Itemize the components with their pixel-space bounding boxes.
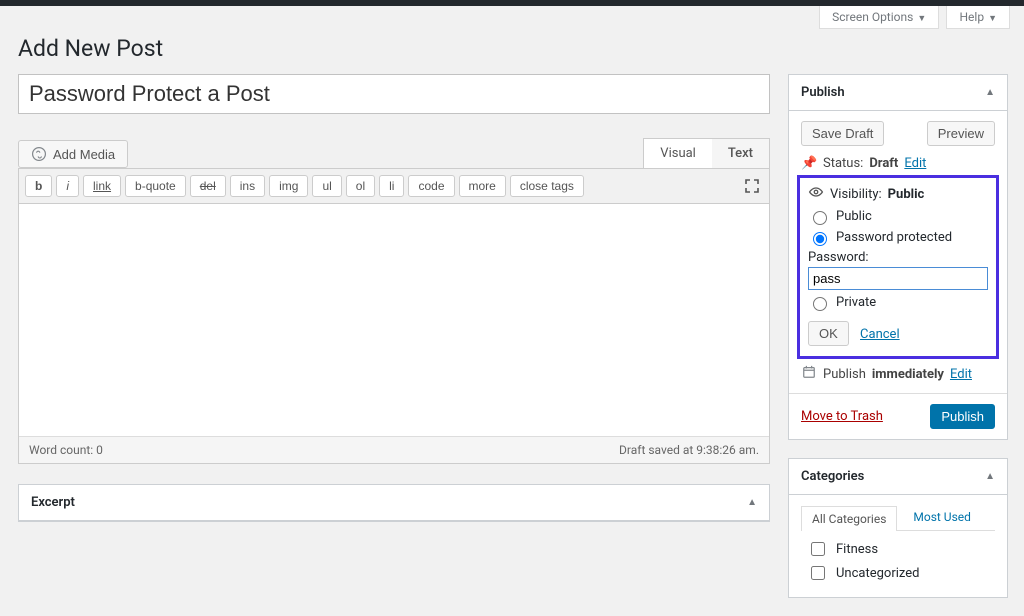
triangle-up-icon[interactable]: ▲ [985,471,995,482]
category-item[interactable]: Uncategorized [807,563,995,583]
visibility-ok-button[interactable]: OK [808,321,849,346]
qt-italic[interactable]: i [56,175,79,197]
qt-ins[interactable]: ins [230,175,265,197]
tab-all-categories[interactable]: All Categories [801,506,897,531]
triangle-up-icon[interactable]: ▲ [985,87,995,98]
status-edit-link[interactable]: Edit [904,156,926,171]
quicktags-toolbar: b i link b-quote del ins img ul ol li co… [19,169,769,204]
help-toggle[interactable]: Help ▼ [946,6,1010,29]
qt-close-tags[interactable]: close tags [510,175,584,197]
qt-del[interactable]: del [190,175,226,197]
status-value: Draft [869,156,898,171]
qt-link[interactable]: link [83,175,121,197]
chevron-down-icon: ▼ [917,14,926,24]
qt-more[interactable]: more [459,175,506,197]
schedule-prefix: Publish [823,367,866,382]
excerpt-panel: Excerpt ▲ [18,484,770,522]
visibility-option-public[interactable]: Public [808,208,988,225]
qt-code[interactable]: code [408,175,454,197]
qt-ol[interactable]: ol [346,175,375,197]
schedule-edit-link[interactable]: Edit [950,367,972,382]
pin-icon: 📌 [801,156,817,171]
help-label: Help [959,10,984,24]
preview-button[interactable]: Preview [927,121,995,146]
triangle-up-icon[interactable]: ▲ [747,497,757,508]
save-draft-button[interactable]: Save Draft [801,121,884,146]
password-label: Password: [808,250,988,265]
editor-textarea[interactable] [19,204,769,436]
editor-mode-tabs: Visual Text [643,138,770,168]
chevron-down-icon: ▼ [988,14,997,24]
visibility-option-private[interactable]: Private [808,294,988,311]
tab-text[interactable]: Text [712,139,769,168]
eye-icon [808,184,824,204]
status-label: Status: [823,156,863,171]
publish-panel: Publish ▲ Save Draft Preview 📌 Status: D… [788,74,1008,440]
radio-public[interactable] [813,211,827,225]
post-title-input[interactable] [18,74,770,114]
categories-title: Categories [801,469,864,484]
fullscreen-icon[interactable] [741,175,763,197]
excerpt-title: Excerpt [31,495,75,510]
move-to-trash-link[interactable]: Move to Trash [801,409,883,424]
screen-options-label: Screen Options [832,10,913,24]
category-checkbox[interactable] [811,566,825,580]
category-item[interactable]: Fitness [807,539,995,559]
word-count: Word count: 0 [29,443,103,457]
tab-most-used[interactable]: Most Used [903,505,981,530]
radio-password[interactable] [813,232,827,246]
qt-bold[interactable]: b [25,175,52,197]
qt-li[interactable]: li [379,175,404,197]
page-title: Add New Post [18,35,1008,62]
visibility-label: Visibility: [830,187,882,202]
publish-title: Publish [801,85,845,100]
categories-panel: Categories ▲ All Categories Most Used Fi… [788,458,1008,598]
publish-button[interactable]: Publish [930,404,995,429]
screen-options-toggle[interactable]: Screen Options ▼ [819,6,939,29]
visibility-editor: Visibility: Public Public Password prote… [797,175,999,359]
visibility-value: Public [888,187,925,202]
calendar-icon [801,365,817,383]
main-column: Add Media Visual Text b i link b-quote d… [18,74,770,616]
add-media-button[interactable]: Add Media [18,140,128,168]
autosave-status: Draft saved at 9:38:26 am. [619,443,759,457]
radio-private[interactable] [813,297,827,311]
visibility-option-password[interactable]: Password protected [808,229,988,246]
media-icon [31,146,47,162]
visibility-cancel-link[interactable]: Cancel [860,327,900,342]
qt-blockquote[interactable]: b-quote [125,175,186,197]
qt-img[interactable]: img [269,175,308,197]
side-column: Publish ▲ Save Draft Preview 📌 Status: D… [788,74,1008,616]
qt-ul[interactable]: ul [312,175,341,197]
schedule-value: immediately [872,367,944,382]
text-editor: b i link b-quote del ins img ul ol li co… [18,168,770,464]
tab-visual[interactable]: Visual [644,139,712,168]
category-checkbox[interactable] [811,542,825,556]
password-input[interactable] [808,267,988,290]
add-media-label: Add Media [53,147,115,162]
